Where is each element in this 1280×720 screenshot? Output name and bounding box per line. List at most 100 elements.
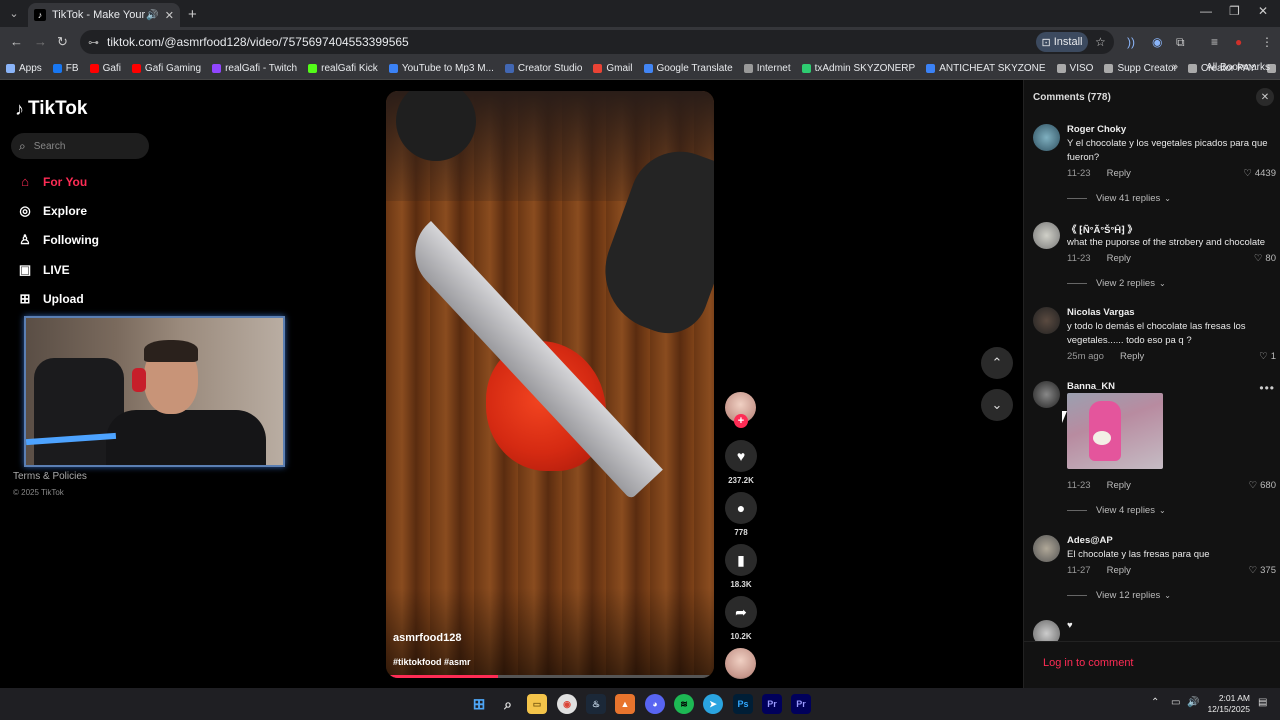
extensions-icon[interactable]: ⧉ [1176, 35, 1185, 50]
commenter-name[interactable]: ♥ [1067, 620, 1073, 631]
app-icon[interactable]: ▲ [615, 694, 635, 714]
tiktok-logo[interactable]: ♪ TikTok [15, 98, 87, 120]
previous-video-button[interactable]: ⌃ [981, 347, 1013, 379]
view-replies-button[interactable]: View 4 replies ⌄ [1067, 505, 1166, 516]
bookmark-item[interactable]: YouTube to Mp3 M... [388, 63, 494, 74]
commenter-avatar[interactable] [1033, 222, 1060, 249]
all-bookmarks-button[interactable]: All Bookmarks [1206, 62, 1270, 73]
bookmark-item[interactable]: Creator Studio [504, 63, 582, 74]
forward-icon[interactable]: → [34, 34, 47, 49]
photoshop-icon[interactable]: Ps [733, 694, 753, 714]
profile-icon[interactable]: ● [1235, 35, 1242, 49]
bookmark-item[interactable]: realGafi Kick [308, 63, 378, 74]
comment-like[interactable]: ♡ 375 [1249, 565, 1276, 576]
bookmark-item[interactable]: Gafi [89, 63, 121, 74]
follow-plus-icon[interactable]: + [734, 414, 748, 428]
commenter-name[interactable]: Nicolas Vargas [1067, 307, 1135, 318]
premiere-icon[interactable]: Pr [762, 694, 782, 714]
steam-icon[interactable]: ♨ [586, 694, 606, 714]
reply-button[interactable]: Reply [1107, 253, 1131, 264]
commenter-avatar[interactable] [1033, 381, 1060, 408]
telegram-icon[interactable]: ➤ [703, 694, 723, 714]
more-options-icon[interactable]: ••• [1259, 381, 1275, 395]
bookmark-item[interactable]: Apps [6, 63, 42, 74]
commenter-avatar[interactable] [1033, 535, 1060, 562]
address-bar[interactable]: ⊶ tiktok.com/@asmrfood128/video/75756974… [80, 30, 1114, 54]
video-player[interactable]: asmrfood128 #tiktokfood #asmr [386, 91, 714, 678]
premiere-icon-2[interactable]: Pr [791, 694, 811, 714]
windows-start-icon[interactable]: ⊞ [469, 694, 489, 714]
comment-like[interactable]: ♡ 1 [1259, 351, 1276, 362]
vpn-icon[interactable]: ◉ [1152, 35, 1162, 49]
view-replies-button[interactable]: View 12 replies ⌄ [1067, 590, 1171, 601]
view-replies-button[interactable]: View 2 replies ⌄ [1067, 278, 1166, 289]
bookmark-item[interactable]: txAdmin SKYZONERP [801, 63, 915, 74]
browser-tab[interactable]: ♪ TikTok - Make Your Day 🔊 ✕ [28, 3, 180, 27]
restore-icon[interactable]: ❐ [1229, 4, 1240, 18]
comment-button[interactable]: ● [725, 492, 757, 524]
speaker-icon[interactable]: 🔊 [146, 10, 158, 21]
nav-upload[interactable]: ⊞ Upload [16, 291, 84, 307]
close-window-icon[interactable]: ✕ [1258, 4, 1268, 18]
video-author[interactable]: asmrfood128 [393, 632, 461, 644]
volume-icon[interactable]: 🔊 [1187, 697, 1199, 708]
share-button[interactable]: ➦ [725, 596, 757, 628]
bookmark-item[interactable]: Gafi Gaming [131, 63, 201, 74]
reload-icon[interactable]: ↻ [57, 34, 68, 50]
reply-button[interactable]: Reply [1120, 351, 1144, 362]
close-comments-button[interactable]: ✕ [1256, 88, 1274, 106]
spotify-icon[interactable]: ≋ [674, 694, 694, 714]
system-clock[interactable]: 2:01 AM 12/15/2025 [1207, 693, 1250, 715]
media-icon[interactable]: ≡ [1211, 35, 1218, 49]
bookmark-item[interactable]: FB [52, 63, 79, 74]
commenter-name[interactable]: Roger Choky [1067, 124, 1126, 135]
bookmark-item[interactable]: Gmail [593, 63, 633, 74]
comment-like[interactable]: ♡ 80 [1254, 253, 1276, 264]
view-replies-button[interactable]: View 41 replies ⌄ [1067, 193, 1171, 204]
minimize-icon[interactable]: — [1200, 4, 1212, 18]
network-icon[interactable]: ▭ [1171, 697, 1180, 708]
terms-link[interactable]: Terms & Policies [13, 471, 87, 482]
commenter-name[interactable]: Ades@AP [1067, 535, 1113, 546]
site-info-icon[interactable]: ⊶ [88, 36, 99, 49]
commenter-name[interactable]: 《 ⁅Ñ°Ã°Š°Ĥ⁆ 》 [1067, 222, 1137, 236]
notifications-icon[interactable]: ▤ [1258, 697, 1267, 708]
reply-button[interactable]: Reply [1107, 565, 1131, 576]
save-button[interactable]: ▮ [725, 544, 757, 576]
chrome-icon[interactable]: ◉ [557, 694, 577, 714]
back-icon[interactable]: ← [10, 34, 23, 49]
nav-following[interactable]: ♙ Following [16, 232, 99, 248]
tray-chevron-icon[interactable]: ⌃ [1151, 697, 1159, 708]
comment-image[interactable] [1067, 393, 1163, 469]
commenter-avatar[interactable] [1033, 124, 1060, 151]
nav-live[interactable]: ▣ LIVE [16, 262, 70, 278]
bookmark-item[interactable]: ANTICHEAT SKYZONE [926, 63, 1046, 74]
close-tab-icon[interactable]: ✕ [165, 9, 174, 22]
commenter-avatar[interactable] [1033, 307, 1060, 334]
file-explorer-icon[interactable]: ▭ [527, 694, 547, 714]
comment-like[interactable]: ♡ 680 [1249, 480, 1276, 491]
bookmark-item[interactable]: VISO [1056, 63, 1093, 74]
reply-button[interactable]: Reply [1107, 168, 1131, 179]
bookmark-item[interactable]: Supp Creator [1104, 63, 1177, 74]
nav-for-you[interactable]: ⌂ For You [16, 174, 87, 189]
tab-search-icon[interactable]: ⌄ [6, 6, 22, 22]
search-input[interactable]: ⌕ Search [11, 133, 149, 159]
comment-like[interactable]: ♡ 4439 [1243, 168, 1276, 179]
next-video-button[interactable]: ⌄ [981, 389, 1013, 421]
bookmark-star-icon[interactable]: ☆ [1095, 35, 1106, 49]
new-tab-icon[interactable]: + [188, 6, 197, 23]
video-progress[interactable] [386, 675, 714, 678]
install-button[interactable]: ⊡ Install [1036, 32, 1088, 52]
bookmark-item[interactable]: Google Translate [643, 63, 733, 74]
music-disc-avatar[interactable] [725, 648, 756, 679]
menu-dots-icon[interactable]: ⋮ [1261, 35, 1273, 49]
video-hashtags[interactable]: #tiktokfood #asmr [393, 657, 471, 667]
bookmark-item[interactable]: realGafi - Twitch [212, 63, 297, 74]
like-button[interactable]: ♥ [725, 440, 757, 472]
extension-icon[interactable]: )) [1127, 35, 1135, 49]
login-to-comment-link[interactable]: Log in to comment [1043, 657, 1134, 669]
commenter-name[interactable]: Banna_KN [1067, 381, 1115, 392]
bookmark-item[interactable]: Internet [743, 63, 791, 74]
taskbar-search-icon[interactable]: ⌕ [498, 694, 518, 714]
